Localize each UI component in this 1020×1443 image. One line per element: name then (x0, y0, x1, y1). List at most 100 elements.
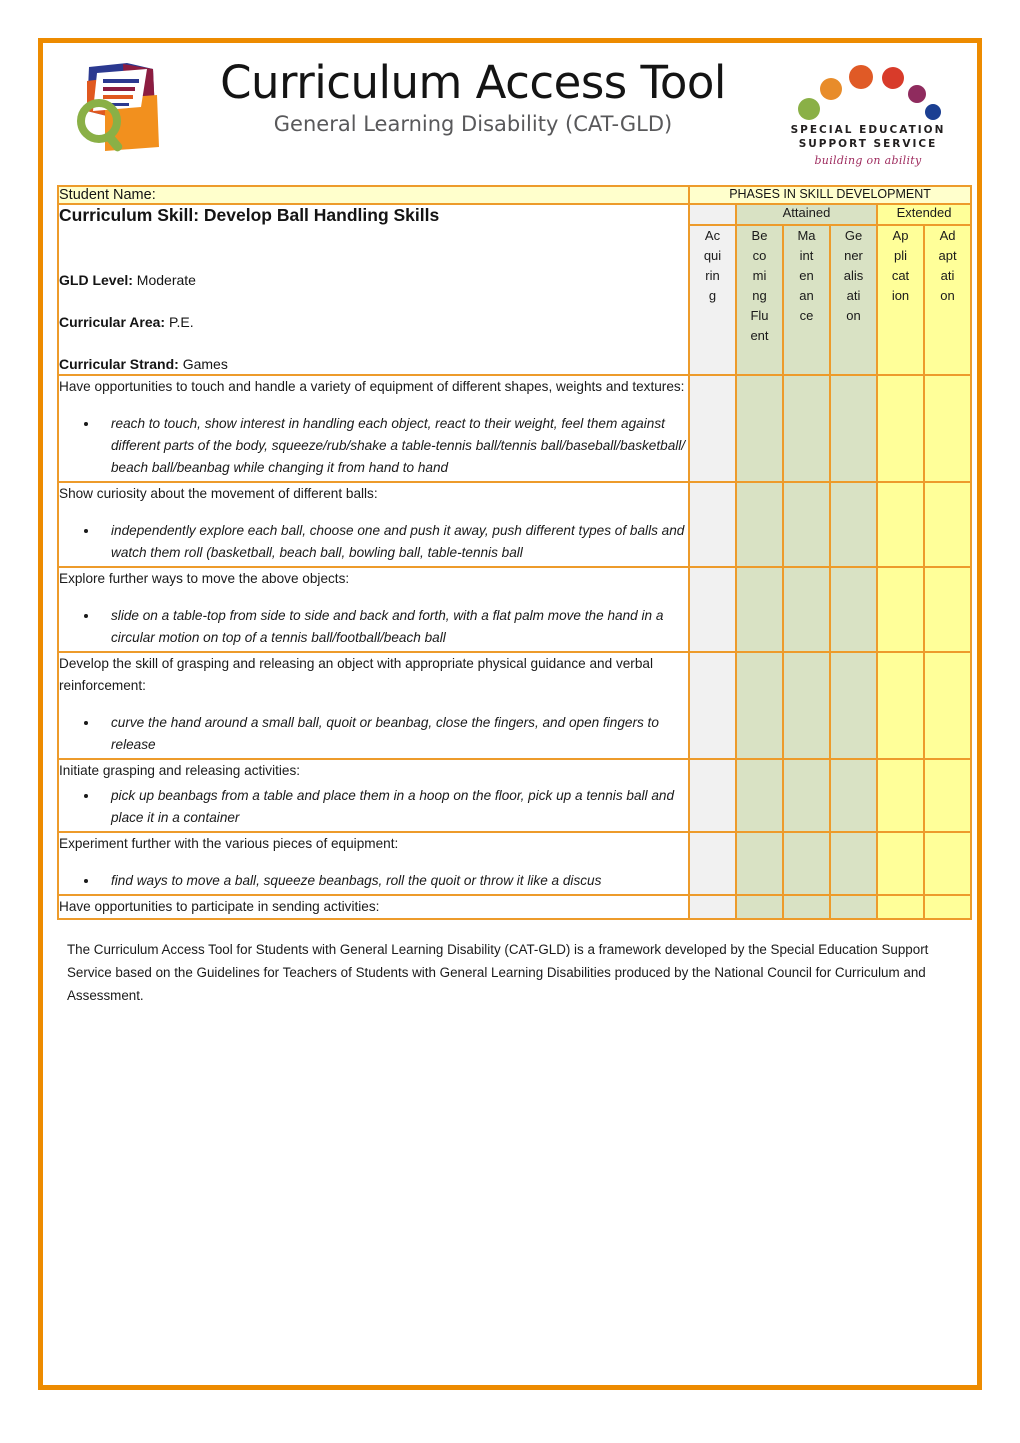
skill-bullet-list: pick up beanbags from a table and place … (59, 784, 688, 829)
skill-description-lead: Have opportunities to participate in sen… (59, 899, 380, 915)
mark-cell-maintenance[interactable] (782, 758, 831, 834)
mark-cell-adaptation[interactable] (922, 831, 973, 897)
mark-cell-acquiring[interactable] (688, 831, 737, 897)
phase-column-generalisation: Ge ner alis ati on (829, 223, 878, 377)
table-row: Initiate grasping and releasing activiti… (57, 758, 973, 834)
mark-cell-generalisation[interactable] (829, 831, 878, 897)
mark-cell-generalisation[interactable] (829, 566, 878, 654)
masthead: Curriculum Access Tool General Learning … (43, 43, 977, 185)
mark-cell-maintenance[interactable] (782, 481, 831, 569)
sess-logo: SPECIAL EDUCATION SUPPORT SERVICE buildi… (785, 61, 951, 167)
skill-development-table: Student Name: PHASES IN SKILL DEVELOPMEN… (57, 185, 973, 921)
skill-description-lead: Experiment further with the various piec… (59, 836, 399, 852)
mark-cell-becoming-fluent[interactable] (735, 758, 784, 834)
curricular-strand-label: Curricular Strand: (59, 356, 179, 372)
skill-bullet-item: slide on a table-top from side to side a… (99, 604, 688, 649)
sess-line1: SPECIAL EDUCATION (790, 124, 946, 136)
gld-level-label: GLD Level: (59, 272, 133, 288)
skill-bullet-item: pick up beanbags from a table and place … (99, 784, 688, 829)
skill-bullet-list: find ways to move a ball, squeeze beanba… (59, 869, 688, 892)
mark-cell-generalisation[interactable] (829, 481, 878, 569)
mark-cell-maintenance[interactable] (782, 651, 831, 761)
skill-description-cell: Show curiosity about the movement of dif… (57, 481, 690, 569)
gld-level-value: Moderate (136, 272, 196, 288)
mark-cell-acquiring[interactable] (688, 566, 737, 654)
skill-description-lead: Show curiosity about the movement of dif… (59, 486, 378, 502)
mark-cell-acquiring[interactable] (688, 373, 737, 484)
curriculum-access-tool-logo-icon (67, 59, 171, 155)
mark-cell-maintenance[interactable] (782, 831, 831, 897)
skill-description-cell: Explore further ways to move the above o… (57, 566, 690, 654)
mark-cell-becoming-fluent[interactable] (735, 481, 784, 569)
mark-cell-adaptation[interactable] (922, 566, 973, 654)
skill-bullet-item: independently explore each ball, choose … (99, 519, 688, 564)
phase-column-becoming-fluent: Be co mi ng Flu ent (735, 223, 784, 377)
curricular-area-label: Curricular Area: (59, 314, 166, 330)
mark-cell-application[interactable] (876, 566, 925, 654)
mark-cell-acquiring[interactable] (688, 481, 737, 569)
phases-header: PHASES IN SKILL DEVELOPMENT (687, 185, 973, 205)
mark-cell-generalisation[interactable] (829, 373, 878, 484)
skill-bullet-list: slide on a table-top from side to side a… (59, 604, 688, 649)
table-row: Experiment further with the various piec… (57, 831, 973, 897)
curricular-strand-line: Curricular Strand: Games (59, 356, 688, 372)
curricular-area-value: P.E. (168, 314, 194, 330)
document-page: Curriculum Access Tool General Learning … (38, 38, 982, 1390)
table-row: Explore further ways to move the above o… (57, 566, 973, 654)
mark-cell-generalisation[interactable] (829, 894, 878, 921)
mark-cell-acquiring[interactable] (688, 894, 737, 921)
mark-cell-adaptation[interactable] (922, 651, 973, 761)
skill-bullet-list: curve the hand around a small ball, quoi… (59, 711, 688, 756)
mark-cell-application[interactable] (876, 758, 925, 834)
mark-cell-adaptation[interactable] (922, 373, 973, 484)
mark-cell-maintenance[interactable] (782, 373, 831, 484)
skill-description-cell: Experiment further with the various piec… (57, 831, 690, 897)
mark-cell-becoming-fluent[interactable] (735, 894, 784, 921)
mark-cell-becoming-fluent[interactable] (735, 831, 784, 897)
mark-cell-becoming-fluent[interactable] (735, 651, 784, 761)
table-row: Show curiosity about the movement of dif… (57, 481, 973, 569)
mark-cell-application[interactable] (876, 651, 925, 761)
skill-bullet-list: independently explore each ball, choose … (59, 519, 688, 564)
mark-cell-application[interactable] (876, 481, 925, 569)
mark-cell-becoming-fluent[interactable] (735, 566, 784, 654)
mark-cell-application[interactable] (876, 894, 925, 921)
mark-cell-maintenance[interactable] (782, 566, 831, 654)
skill-description-lead: Explore further ways to move the above o… (59, 571, 350, 587)
table-row: Have opportunities to touch and handle a… (57, 373, 973, 484)
mark-cell-application[interactable] (876, 373, 925, 484)
mark-cell-adaptation[interactable] (922, 481, 973, 569)
curriculum-skill-title: Curriculum Skill: Develop Ball Handling … (59, 205, 440, 225)
skill-bullet-item: find ways to move a ball, squeeze beanba… (99, 869, 688, 892)
skill-bullet-item: reach to touch, show interest in handlin… (99, 412, 688, 479)
skill-bullet-item: curve the hand around a small ball, quoi… (99, 711, 688, 756)
mark-cell-acquiring[interactable] (688, 758, 737, 834)
table-row: Have opportunities to participate in sen… (57, 894, 973, 921)
mark-cell-adaptation[interactable] (922, 894, 973, 921)
phase-column-acquiring: Ac qui rin g (688, 223, 737, 377)
band-spacer-acquiring (688, 203, 737, 226)
mark-cell-acquiring[interactable] (688, 651, 737, 761)
page-subtitle: General Learning Disability (CAT-GLD) (273, 112, 673, 137)
mark-cell-maintenance[interactable] (782, 894, 831, 921)
title-block: Curriculum Access Tool General Learning … (161, 57, 785, 137)
table-row-student-name: Student Name: PHASES IN SKILL DEVELOPMEN… (57, 185, 973, 205)
table-body-rows: Have opportunities to touch and handle a… (57, 373, 973, 921)
table-row-info: Curriculum Skill: Develop Ball Handling … (57, 203, 973, 376)
student-name-label[interactable]: Student Name: (57, 185, 690, 205)
skill-description-lead: Initiate grasping and releasing activiti… (59, 763, 301, 779)
band-attained: Attained (735, 203, 878, 226)
band-extended: Extended (875, 203, 973, 226)
mark-cell-generalisation[interactable] (829, 758, 878, 834)
mark-cell-becoming-fluent[interactable] (735, 373, 784, 484)
mark-cell-generalisation[interactable] (829, 651, 878, 761)
skill-description-lead: Develop the skill of grasping and releas… (59, 656, 653, 694)
mark-cell-adaptation[interactable] (922, 758, 973, 834)
skill-description-cell: Have opportunities to participate in sen… (57, 894, 690, 921)
curricular-strand-value: Games (182, 356, 228, 372)
skill-description-cell: Have opportunities to touch and handle a… (57, 373, 690, 484)
skill-description-cell: Initiate grasping and releasing activiti… (57, 758, 690, 834)
skill-bullet-list: reach to touch, show interest in handlin… (59, 412, 688, 479)
phase-column-adaptation: Ad apt ati on (922, 223, 973, 377)
mark-cell-application[interactable] (876, 831, 925, 897)
